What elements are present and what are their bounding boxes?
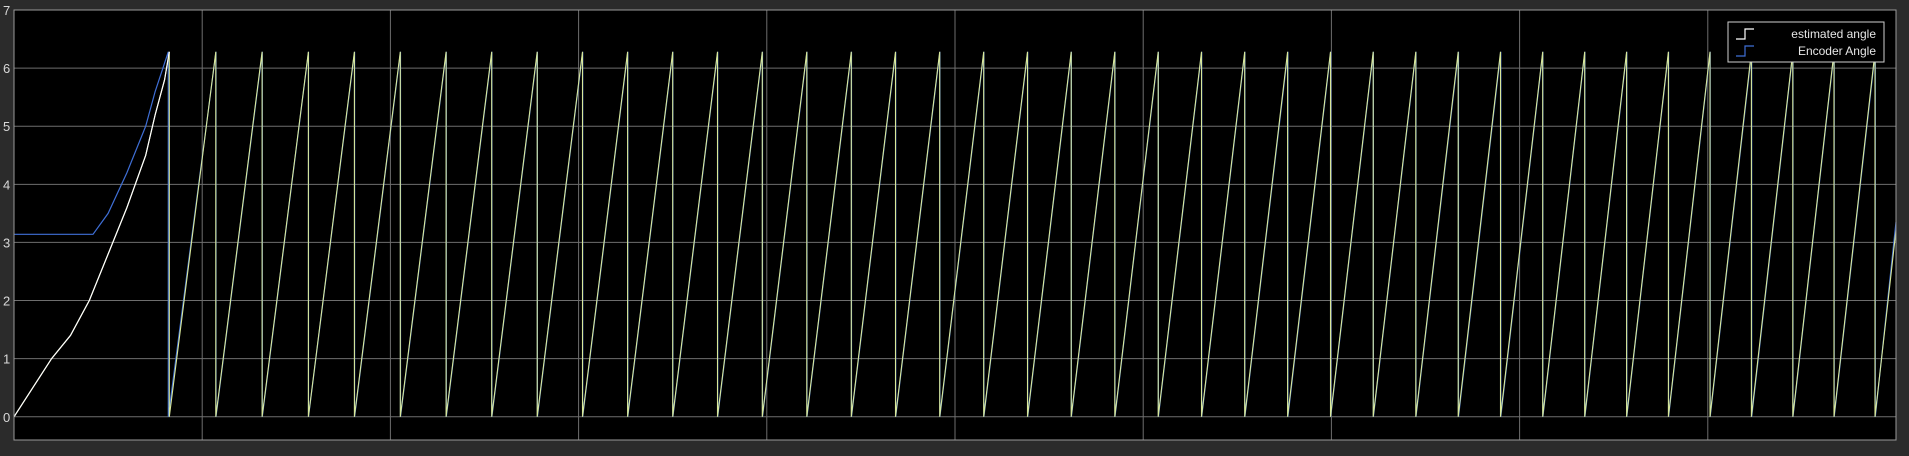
- y-tick-label: 1: [3, 352, 10, 367]
- y-tick-label: 5: [3, 119, 10, 134]
- y-tick-label: 3: [3, 235, 10, 250]
- plot-canvas: 0 1 2 3 4 5 6 7 estimated angle Encoder Angle: [3, 3, 1897, 441]
- y-tick-label: 0: [3, 410, 10, 425]
- legend-label: Encoder Angle: [1798, 44, 1876, 58]
- y-tick-label: 7: [3, 3, 10, 18]
- legend[interactable]: estimated angle Encoder Angle: [1727, 21, 1885, 63]
- legend-label: estimated angle: [1791, 27, 1876, 41]
- scope-window: 0 1 2 3 4 5 6 7 estimated angle Encoder Angle: [0, 0, 1909, 456]
- y-tick-label: 2: [3, 294, 10, 309]
- y-tick-label: 4: [3, 177, 10, 192]
- y-tick-label: 6: [3, 61, 10, 76]
- y-tick-labels: 0 1 2 3 4 5 6 7: [3, 3, 10, 425]
